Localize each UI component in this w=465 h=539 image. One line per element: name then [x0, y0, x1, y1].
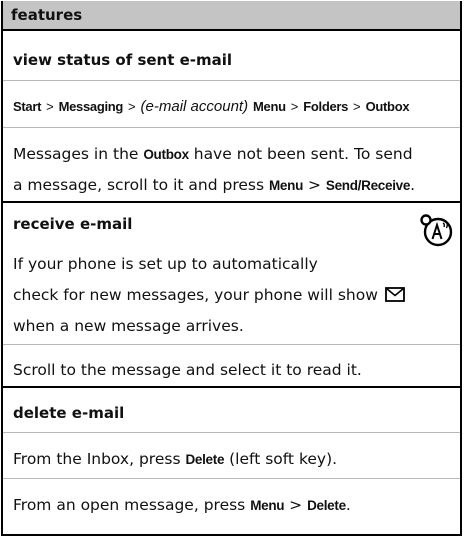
paragraph-line: a message, scroll to it and press Menu >… [13, 176, 415, 194]
key-menu: Menu [268, 178, 304, 193]
path-menu: Menu [253, 99, 286, 114]
path-sep: > [128, 99, 136, 114]
features-table: features view status of sent e-mail Star… [1, 1, 462, 536]
divider [3, 344, 460, 345]
path-start: Start [13, 99, 42, 114]
key-delete: Delete [307, 498, 346, 513]
path-messaging: Messaging [58, 99, 124, 114]
network-feature-icon [420, 214, 453, 247]
key-send-receive: Send/Receive [325, 178, 411, 193]
paragraph-line: Scroll to the message and select it to r… [13, 361, 362, 379]
divider [3, 478, 460, 479]
path-folders: Folders [303, 99, 349, 114]
path-sep: > [46, 99, 54, 114]
section-heading-receive: receive e-mail [13, 215, 133, 233]
table-header: features [3, 1, 460, 31]
section-separator [3, 201, 460, 203]
divider [3, 127, 460, 128]
paragraph-line: From the Inbox, press Delete (left soft … [13, 450, 338, 468]
paragraph-line: If your phone is set up to automatically [13, 255, 318, 273]
path-sep: > [290, 99, 299, 114]
key-delete: Delete [185, 452, 225, 467]
divider [3, 80, 460, 81]
menu-path: Start > Messaging > (e-mail account) Men… [13, 97, 410, 115]
section-heading-delete: delete e-mail [13, 404, 125, 422]
key-outbox: Outbox [143, 147, 189, 162]
key-menu: Menu [250, 498, 285, 513]
paragraph-line: Messages in the Outbox have not been sen… [13, 145, 413, 163]
paragraph-line: From an open message, press Menu > Delet… [13, 496, 351, 514]
paragraph-line: check for new messages, your phone will … [13, 286, 405, 304]
path-account: (e-mail account) [140, 98, 249, 115]
path-outbox: Outbox [365, 99, 410, 114]
header-title: features [11, 6, 83, 24]
paragraph-line: when a new message arrives. [13, 317, 244, 335]
section-separator [3, 386, 460, 388]
section-heading-view-status: view status of sent e-mail [13, 51, 233, 69]
envelope-icon [385, 287, 405, 302]
path-sep: > [353, 99, 361, 114]
divider [3, 432, 460, 433]
